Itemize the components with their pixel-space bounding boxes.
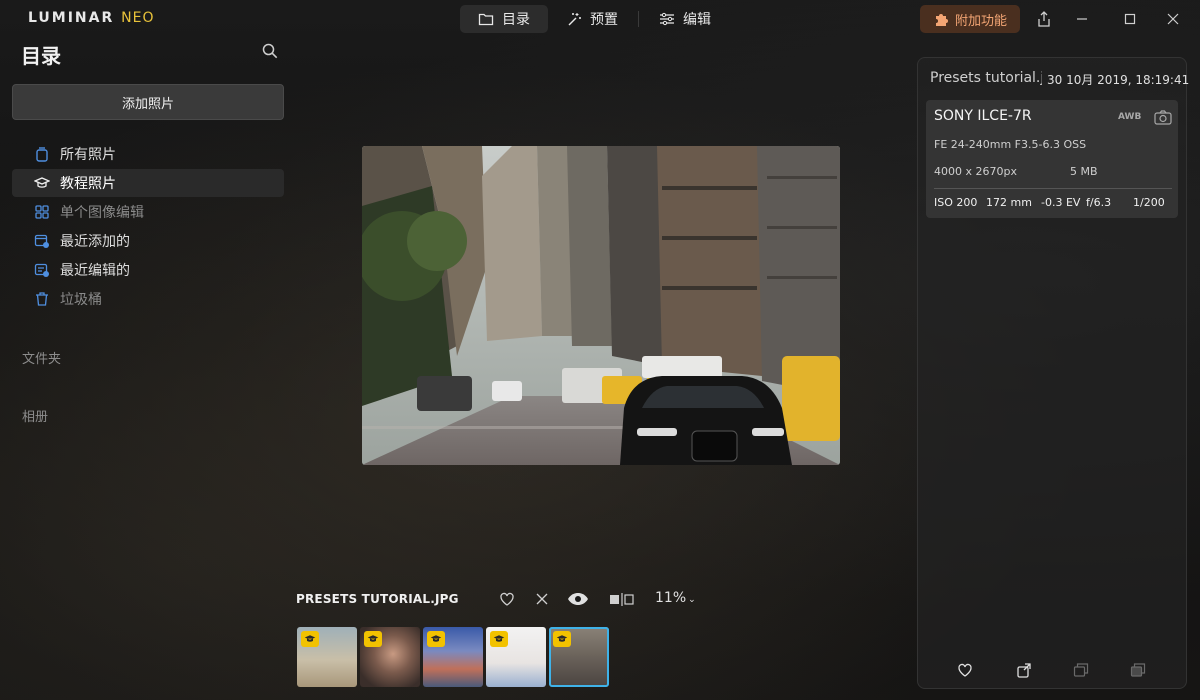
search-button[interactable] bbox=[261, 42, 279, 60]
tutorial-badge-icon bbox=[364, 631, 382, 647]
app-logo: LUMINAR NEO bbox=[28, 10, 155, 26]
white-balance-label: AWB bbox=[1118, 112, 1142, 122]
compare-button[interactable] bbox=[609, 590, 635, 608]
thumbnail[interactable] bbox=[423, 627, 483, 687]
tab-presets[interactable]: 预置 bbox=[548, 5, 636, 33]
shutter-speed: 1/200 bbox=[1133, 196, 1165, 209]
close-icon bbox=[536, 593, 548, 605]
favorite-button[interactable] bbox=[498, 590, 516, 608]
sidebar-item-single-edits[interactable]: 单个图像编辑 bbox=[12, 198, 284, 226]
lens-model: FE 24-240mm F3.5-6.3 OSS bbox=[934, 138, 1087, 151]
info-capture-date: 30 10月 2019, 18:19:41 bbox=[1047, 73, 1190, 87]
compare-icon bbox=[610, 593, 634, 606]
export-button[interactable] bbox=[1015, 661, 1033, 679]
calendar-added-icon bbox=[34, 234, 49, 248]
title-bar: LUMINAR NEO 目录 预置 编辑 附加功能 bbox=[0, 0, 1200, 38]
divider bbox=[934, 188, 1172, 189]
calendar-edited-icon bbox=[34, 263, 49, 277]
copy-adjustments-button[interactable] bbox=[1072, 661, 1090, 679]
minimize-button[interactable] bbox=[1071, 8, 1093, 30]
sidebar-item-all-photos[interactable]: 所有照片 bbox=[12, 140, 284, 168]
filmstrip bbox=[297, 627, 609, 687]
close-icon bbox=[1167, 13, 1179, 25]
puzzle-icon bbox=[935, 14, 948, 26]
share-icon bbox=[1038, 11, 1050, 27]
exif-card: SONY ILCE-7R AWB FE 24-240mm F3.5-6.3 OS… bbox=[926, 100, 1178, 218]
tutorial-badge-icon bbox=[490, 631, 508, 647]
chevron-down-icon: ⌄ bbox=[688, 595, 696, 605]
main-photo-preview[interactable] bbox=[362, 146, 840, 465]
zoom-dropdown[interactable]: 11% ⌄ bbox=[655, 590, 696, 606]
thumbnail[interactable] bbox=[360, 627, 420, 687]
focal-length: 172 mm bbox=[986, 196, 1032, 209]
maximize-button[interactable] bbox=[1119, 8, 1141, 30]
copy-icon bbox=[1073, 663, 1089, 677]
file-size: 5 MB bbox=[1070, 165, 1098, 178]
tab-divider bbox=[638, 11, 639, 27]
favorite-button[interactable] bbox=[956, 661, 974, 679]
folders-section-label[interactable]: 文件夹 bbox=[22, 348, 61, 367]
thumbnail[interactable] bbox=[297, 627, 357, 687]
tutorial-badge-icon bbox=[301, 631, 319, 647]
aperture-value: f/6.3 bbox=[1086, 196, 1112, 209]
camera-model: SONY ILCE-7R bbox=[934, 108, 1032, 124]
info-file-title: Presets tutorial.jpg bbox=[930, 70, 1042, 86]
city-street-photo bbox=[362, 146, 840, 465]
info-panel: Presets tutorial.jpg 30 10月 2019, 18:19:… bbox=[917, 57, 1190, 689]
iso-value: ISO 200 bbox=[934, 196, 978, 209]
file-name-label: PRESETS TUTORIAL.JPG bbox=[296, 592, 459, 606]
sidebar: 目录 添加照片 所有照片 教程照片 单个图像编辑 最近添加的 最近编辑的 垃圾桶 bbox=[0, 38, 296, 700]
photo-stack-icon bbox=[36, 147, 48, 162]
search-icon bbox=[262, 43, 278, 59]
maximize-icon bbox=[1124, 13, 1136, 25]
thumbnail-selected[interactable] bbox=[549, 627, 609, 687]
share-button[interactable] bbox=[1033, 8, 1055, 30]
add-photos-button[interactable]: 添加照片 bbox=[12, 84, 284, 120]
graduation-cap-icon bbox=[34, 177, 50, 188]
paste-adjustments-button[interactable] bbox=[1129, 661, 1147, 679]
eye-icon bbox=[568, 593, 588, 605]
addons-button[interactable]: 附加功能 bbox=[920, 5, 1020, 33]
paste-icon bbox=[1130, 663, 1146, 677]
toggle-preview-button[interactable] bbox=[567, 590, 589, 608]
albums-section-label[interactable]: 相册 bbox=[22, 406, 48, 425]
catalog-nav: 所有照片 教程照片 单个图像编辑 最近添加的 最近编辑的 垃圾桶 bbox=[12, 140, 284, 314]
grid-icon bbox=[35, 205, 49, 219]
magic-wand-icon bbox=[568, 13, 581, 26]
mode-tabs: 目录 预置 编辑 bbox=[460, 5, 729, 33]
thumbnail[interactable] bbox=[486, 627, 546, 687]
camera-icon bbox=[1154, 109, 1172, 125]
sliders-icon bbox=[660, 12, 674, 26]
sidebar-item-recently-added[interactable]: 最近添加的 bbox=[12, 227, 284, 255]
sidebar-item-recently-edited[interactable]: 最近编辑的 bbox=[12, 256, 284, 284]
heart-icon bbox=[958, 663, 972, 677]
tab-edit[interactable]: 编辑 bbox=[641, 5, 729, 33]
exposure-value: -0.3 EV bbox=[1041, 196, 1081, 209]
close-button[interactable] bbox=[1162, 8, 1184, 30]
sidebar-item-trash[interactable]: 垃圾桶 bbox=[12, 285, 284, 313]
reject-button[interactable] bbox=[533, 590, 551, 608]
heart-icon bbox=[500, 592, 514, 606]
folder-icon bbox=[478, 13, 494, 26]
minimize-icon bbox=[1077, 18, 1087, 20]
image-resolution: 4000 x 2670px bbox=[934, 165, 1017, 178]
tab-catalog[interactable]: 目录 bbox=[460, 5, 548, 33]
trash-icon bbox=[36, 292, 48, 306]
sidebar-item-tutorial-photos[interactable]: 教程照片 bbox=[12, 169, 284, 197]
tutorial-badge-icon bbox=[553, 631, 571, 647]
tutorial-badge-icon bbox=[427, 631, 445, 647]
sidebar-title: 目录 bbox=[21, 44, 61, 68]
export-icon bbox=[1017, 663, 1031, 678]
